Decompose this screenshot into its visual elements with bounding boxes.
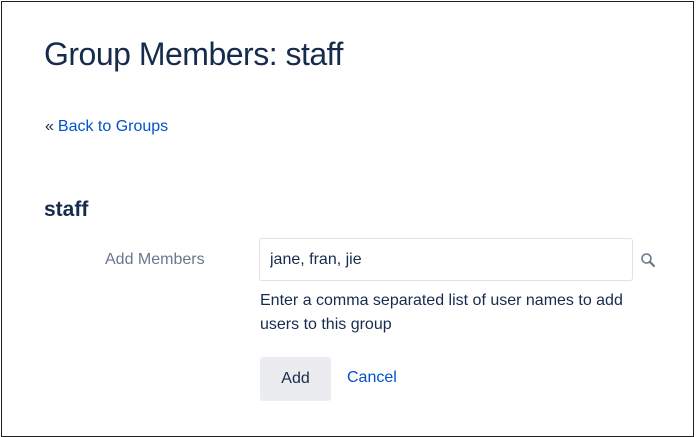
add-button[interactable]: Add xyxy=(260,357,331,401)
back-arrow: « xyxy=(45,118,54,135)
page-frame: Group Members: staff «Back to Groups sta… xyxy=(1,1,694,437)
add-members-help-text: Enter a comma separated list of user nam… xyxy=(260,292,623,333)
breadcrumb: «Back to Groups xyxy=(45,118,168,136)
cancel-link[interactable]: Cancel xyxy=(347,369,397,387)
search-icon[interactable] xyxy=(640,252,656,268)
group-name-heading: staff xyxy=(44,198,89,221)
add-members-label: Add Members xyxy=(105,251,205,268)
add-members-input[interactable] xyxy=(259,238,633,281)
back-to-groups-link[interactable]: Back to Groups xyxy=(58,118,168,135)
page-title: Group Members: staff xyxy=(44,36,343,72)
